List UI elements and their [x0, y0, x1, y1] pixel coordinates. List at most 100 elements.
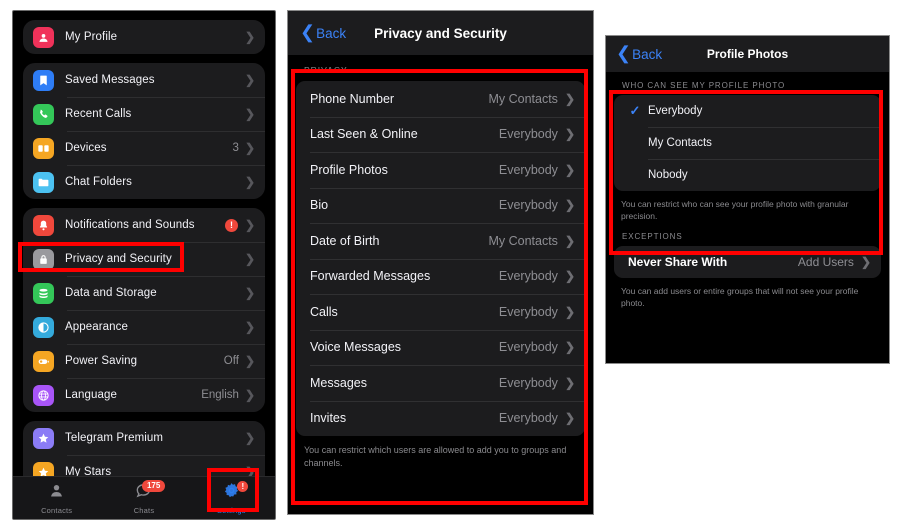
tab-label: Contacts	[41, 505, 73, 515]
chevron-right-icon: ❯	[244, 218, 255, 232]
privacy-row-label: Invites	[310, 411, 347, 426]
privacy-row-value: Everybody	[498, 127, 558, 142]
settings-row-power-saving[interactable]: Power Saving Off ❯	[23, 344, 265, 378]
settings-row-label: Data and Storage	[65, 287, 157, 299]
privacy-section-header: PRIVACY	[304, 65, 348, 75]
privacy-row-label: Bio	[310, 198, 329, 213]
who-can-see-header: WHO CAN SEE MY PROFILE PHOTO	[622, 81, 786, 90]
settings-row-data-and-storage[interactable]: Data and Storage ❯	[23, 276, 265, 310]
page-title: Profile Photos	[706, 47, 789, 61]
settings-row-recent-calls[interactable]: Recent Calls ❯	[23, 97, 265, 131]
privacy-row-date-of-birth[interactable]: Date of Birth My Contacts ❯	[296, 223, 585, 259]
privacy-row-messages[interactable]: Messages Everybody ❯	[296, 365, 585, 401]
privacy-row-voice-messages[interactable]: Voice Messages Everybody ❯	[296, 329, 585, 366]
settings-row-language[interactable]: Language English ❯	[23, 378, 265, 412]
privacy-row-calls[interactable]: Calls Everybody ❯	[296, 294, 585, 330]
settings-row-chat-folders[interactable]: Chat Folders ❯	[23, 165, 265, 199]
globe-icon	[33, 384, 54, 406]
settings-row-value: 3	[232, 142, 239, 154]
settings-row-label: Recent Calls	[65, 108, 132, 120]
lock-icon	[33, 248, 54, 270]
folder-icon	[33, 171, 54, 193]
chevron-right-icon: ❯	[244, 388, 255, 402]
tab-badge: 175	[141, 480, 166, 492]
contrast-icon	[33, 316, 54, 338]
exceptions-header: EXCEPTIONS	[622, 231, 683, 241]
settings-row-label: Language	[65, 389, 117, 401]
settings-group-chats: Saved Messages ❯ Recent Calls ❯ Devices 3 ❯ Cha…	[23, 63, 265, 199]
tab-settings[interactable]: Settings!	[188, 477, 275, 519]
option-my-contacts[interactable]: My Contacts	[614, 127, 881, 159]
visibility-options-list: ✓ Everybody My Contacts Nobody	[614, 95, 881, 191]
back-button[interactable]: ❮ Back	[300, 22, 347, 42]
alert-badge: !	[224, 218, 238, 232]
tab-label: Chats	[133, 505, 155, 515]
settings-row-appearance[interactable]: Appearance ❯	[23, 310, 265, 344]
privacy-row-profile-photos[interactable]: Profile Photos Everybody ❯	[296, 152, 585, 188]
privacy-row-invites[interactable]: Invites Everybody ❯	[296, 400, 585, 437]
settings-row-my-profile[interactable]: My Profile ❯	[23, 20, 265, 54]
chevron-right-icon: ❯	[564, 162, 575, 177]
privacy-row-value: My Contacts	[488, 91, 558, 106]
chevron-left-icon: ❮	[300, 22, 316, 42]
privacy-row-phone-number[interactable]: Phone Number My Contacts ❯	[296, 81, 585, 117]
chevron-right-icon: ❯	[244, 30, 255, 44]
privacy-row-value: Everybody	[498, 162, 558, 177]
check-icon: ✓	[629, 103, 641, 118]
privacy-settings-list: Phone Number My Contacts ❯ Last Seen & Onli…	[296, 81, 585, 436]
chevron-right-icon: ❯	[564, 304, 575, 319]
chevron-right-icon: ❯	[564, 340, 575, 355]
chevron-right-icon: ❯	[564, 411, 575, 426]
settings-row-saved-messages[interactable]: Saved Messages ❯	[23, 63, 265, 97]
devices-icon	[33, 137, 54, 159]
privacy-row-label: Profile Photos	[310, 162, 388, 177]
chevron-right-icon: ❯	[860, 254, 871, 269]
settings-row-value: English	[201, 389, 239, 401]
tab-contacts[interactable]: Contacts	[13, 477, 100, 519]
privacy-row-label: Phone Number	[310, 91, 395, 106]
settings-row-telegram-premium[interactable]: Telegram Premium ❯	[23, 421, 265, 455]
privacy-row-forwarded-messages[interactable]: Forwarded Messages Everybody ❯	[296, 258, 585, 295]
settings-row-label: Notifications and Sounds	[65, 219, 195, 231]
bookmark-icon	[33, 69, 54, 91]
settings-row-label: Telegram Premium	[65, 432, 164, 444]
chevron-right-icon: ❯	[564, 127, 575, 142]
chevron-right-icon: ❯	[564, 233, 575, 248]
privacy-row-label: Date of Birth	[310, 233, 380, 248]
privacy-row-label: Last Seen & Online	[310, 127, 418, 142]
settings-row-label: Privacy and Security	[65, 253, 172, 265]
chevron-right-icon: ❯	[564, 198, 575, 213]
never-share-with-row[interactable]: Never Share With Add Users ❯	[614, 246, 881, 278]
privacy-row-last-seen-online[interactable]: Last Seen & Online Everybody ❯	[296, 116, 585, 153]
contacts-icon	[48, 482, 65, 504]
option-everybody[interactable]: ✓ Everybody	[614, 95, 881, 127]
battery-icon	[33, 350, 54, 372]
option-nobody[interactable]: Nobody	[614, 159, 881, 191]
option-label: Nobody	[648, 169, 688, 181]
chevron-right-icon: ❯	[244, 141, 255, 155]
settings-row-devices[interactable]: Devices 3 ❯	[23, 131, 265, 165]
chevron-right-icon: ❯	[564, 375, 575, 390]
settings-row-label: Appearance	[65, 321, 129, 333]
privacy-row-label: Forwarded Messages	[310, 269, 431, 284]
back-button-label: Back	[316, 25, 347, 41]
profile-photos-screen: ❮ Back Profile Photos WHO CAN SEE MY PRO…	[605, 35, 890, 364]
settings-row-label: Power Saving	[65, 355, 138, 367]
privacy-row-value: Everybody	[498, 340, 558, 355]
chevron-right-icon: ❯	[244, 354, 255, 368]
bell-icon	[33, 214, 54, 236]
settings-scroll-area[interactable]: My Profile ❯ Saved Messages ❯ Recent Calls ❯ D…	[13, 20, 275, 489]
chevron-right-icon: ❯	[244, 320, 255, 334]
settings-row-notifications-and-sounds[interactable]: Notifications and Sounds! ❯	[23, 208, 265, 242]
tab-chats[interactable]: Chats 175	[100, 477, 187, 519]
privacy-row-bio[interactable]: Bio Everybody ❯	[296, 187, 585, 224]
settings-row-privacy-and-security[interactable]: Privacy and Security ❯	[23, 242, 265, 276]
star-premium-icon	[33, 427, 54, 449]
tab-badge: !	[237, 481, 249, 492]
privacy-row-label: Calls	[310, 304, 338, 319]
privacy-row-value: Everybody	[498, 304, 558, 319]
chevron-right-icon: ❯	[564, 91, 575, 106]
privacy-row-value: Everybody	[498, 269, 558, 284]
chevron-right-icon: ❯	[564, 269, 575, 284]
chevron-right-icon: ❯	[244, 175, 255, 189]
